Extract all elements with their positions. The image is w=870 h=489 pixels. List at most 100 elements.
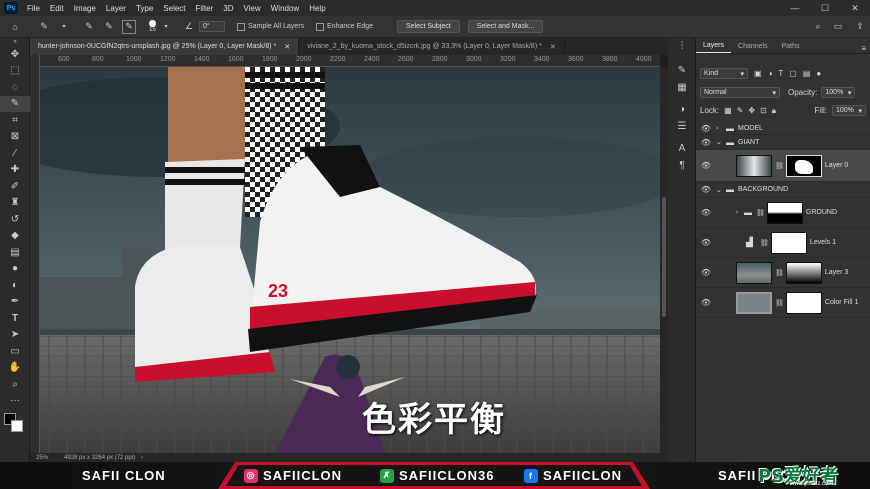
- vertical-scrollbar[interactable]: [660, 67, 668, 453]
- tab-channels[interactable]: Channels: [731, 39, 775, 53]
- home-icon[interactable]: ⌂: [8, 20, 22, 34]
- layer-mask-thumbnail[interactable]: [785, 154, 822, 177]
- opacity-input[interactable]: 100% ▾: [821, 87, 856, 98]
- swatches-icon[interactable]: ▦: [668, 79, 696, 96]
- shape-tool-icon[interactable]: ▭: [0, 343, 30, 360]
- search-icon[interactable]: ⌕: [811, 20, 825, 34]
- visibility-eye-icon[interactable]: 👁︎: [696, 298, 716, 307]
- hand-tool-icon[interactable]: ✋: [0, 360, 30, 377]
- visibility-eye-icon[interactable]: 👁︎: [696, 185, 716, 194]
- character-icon[interactable]: A: [668, 141, 696, 158]
- visibility-eye-icon[interactable]: 👁︎: [696, 138, 716, 147]
- adjustments-icon[interactable]: ◑: [668, 102, 696, 119]
- filter-toggle-icon[interactable]: ●: [816, 69, 821, 78]
- zoom-tool-icon[interactable]: ⌕: [0, 376, 30, 393]
- zoom-level[interactable]: 25%: [36, 455, 48, 461]
- new-selection-icon[interactable]: ✎: [82, 20, 96, 34]
- lock-pixels-icon[interactable]: ▦: [724, 106, 732, 115]
- move-tool-icon[interactable]: ✥: [0, 46, 30, 63]
- layer-row-levels-1[interactable]: 👁︎ ▟ ⛓︎ Levels 1: [696, 228, 870, 258]
- layer-row-ground[interactable]: 👁︎ › ▬ ⛓︎ GROUND: [696, 198, 870, 228]
- quick-select-tool-icon[interactable]: ✎: [0, 95, 30, 112]
- gradient-tool-icon[interactable]: ▤: [0, 244, 30, 261]
- subtract-selection-icon[interactable]: ✎: [122, 19, 136, 34]
- link-icon[interactable]: ⛓︎: [775, 162, 784, 170]
- chevron-down-icon[interactable]: ⌄: [716, 186, 726, 194]
- eraser-tool-icon[interactable]: ◆: [0, 228, 30, 245]
- close-icon[interactable]: ✕: [550, 43, 556, 51]
- quick-select-tool-icon[interactable]: ✎: [37, 20, 51, 34]
- menu-file[interactable]: File: [22, 4, 45, 13]
- history-icon[interactable]: ⫶: [668, 38, 696, 55]
- panel-collapse-icon[interactable]: »: [0, 38, 30, 46]
- tab-layers[interactable]: Layers: [696, 39, 732, 53]
- visibility-eye-icon[interactable]: 👁︎: [696, 268, 716, 277]
- panel-menu-icon[interactable]: ≡: [861, 44, 870, 53]
- maximize-button[interactable]: ☐: [810, 0, 840, 16]
- pen-tool-icon[interactable]: ✒: [0, 294, 30, 311]
- chevron-down-icon[interactable]: ▾: [159, 20, 173, 34]
- brush-tool-icon[interactable]: ✐: [0, 178, 30, 195]
- facebook-handle[interactable]: f SAFIICLON: [524, 468, 622, 483]
- chevron-right-icon[interactable]: ›: [736, 209, 744, 216]
- link-icon[interactable]: ⛓︎: [756, 209, 765, 217]
- frame-tool-icon[interactable]: ⊠: [0, 129, 30, 146]
- link-icon[interactable]: ⛓︎: [775, 299, 784, 307]
- menu-type[interactable]: Type: [131, 4, 158, 13]
- add-selection-icon[interactable]: ✎: [102, 20, 116, 34]
- visibility-eye-icon[interactable]: 👁︎: [696, 161, 716, 170]
- chevron-right-icon[interactable]: ›: [716, 125, 726, 132]
- layer-mask-thumbnail[interactable]: [766, 201, 803, 224]
- blend-mode-select[interactable]: Normal ▾: [700, 87, 780, 98]
- lock-all-icon[interactable]: 🔒︎: [772, 106, 776, 116]
- visibility-eye-icon[interactable]: 👁︎: [696, 208, 716, 217]
- visibility-eye-icon[interactable]: 👁︎: [696, 124, 716, 133]
- chevron-down-icon[interactable]: ⌄: [716, 138, 726, 146]
- paragraph-icon[interactable]: ¶: [668, 157, 696, 174]
- menu-window[interactable]: Window: [266, 4, 304, 13]
- marquee-tool-icon[interactable]: ⬚: [0, 63, 30, 80]
- link-icon[interactable]: ⛓︎: [775, 269, 784, 277]
- filter-pixel-icon[interactable]: ▣: [754, 69, 762, 78]
- menu-filter[interactable]: Filter: [191, 4, 219, 13]
- brush-size-picker[interactable]: 15: [149, 20, 156, 33]
- path-select-icon[interactable]: ➤: [0, 327, 30, 344]
- lock-position-icon[interactable]: ✥: [748, 106, 755, 115]
- document-canvas[interactable]: 23 色彩平衡: [40, 67, 660, 453]
- select-subject-button[interactable]: Select Subject: [396, 20, 460, 33]
- chevron-right-icon[interactable]: ›: [141, 455, 143, 461]
- lasso-tool-icon[interactable]: ◌: [0, 79, 30, 96]
- menu-3d[interactable]: 3D: [218, 4, 238, 13]
- menu-image[interactable]: Image: [69, 4, 101, 13]
- tab-hunter-johnson[interactable]: hunter-johnson-0UCGfN2qtrs-unsplash.jpg …: [30, 38, 300, 55]
- color-swatches[interactable]: [0, 409, 29, 439]
- menu-edit[interactable]: Edit: [45, 4, 69, 13]
- layer-row-color-fill-1[interactable]: 👁︎ ⛓︎ Color Fill 1: [696, 288, 870, 318]
- select-and-mask-button[interactable]: Select and Mask...: [467, 20, 544, 33]
- fill-input[interactable]: 100% ▾: [832, 105, 866, 116]
- workspace-icon[interactable]: ▭: [831, 20, 845, 34]
- social-handle[interactable]: ✗ SAFIICLON36: [380, 468, 495, 483]
- close-icon[interactable]: ✕: [284, 43, 290, 51]
- sample-all-layers-checkbox[interactable]: Sample All Layers: [237, 22, 304, 31]
- history-brush-icon[interactable]: ↺: [0, 211, 30, 228]
- filter-smart-icon[interactable]: ▤: [803, 69, 811, 78]
- chevron-down-icon[interactable]: ▾: [57, 20, 71, 34]
- properties-icon[interactable]: ☰: [668, 118, 696, 135]
- crop-tool-icon[interactable]: ⌗: [0, 112, 30, 129]
- more-tools-icon[interactable]: ···: [0, 393, 30, 410]
- menu-help[interactable]: Help: [304, 4, 330, 13]
- filter-type-icon[interactable]: T: [778, 69, 783, 78]
- layer-mask-thumbnail[interactable]: [770, 231, 807, 254]
- eyedropper-tool-icon[interactable]: ⁄: [0, 145, 30, 162]
- close-button[interactable]: ✕: [840, 0, 870, 16]
- layer-row-layer-3[interactable]: 👁︎ ⛓︎ Layer 3: [696, 258, 870, 288]
- brush-settings-icon[interactable]: ✎: [668, 63, 696, 80]
- instagram-handle[interactable]: ◎ SAFIICLON: [244, 468, 342, 483]
- menu-view[interactable]: View: [239, 4, 266, 13]
- lock-artboard-icon[interactable]: ⊡: [760, 106, 767, 115]
- layer-row-background[interactable]: 👁︎ ⌄ ▬ BACKGROUND: [696, 182, 870, 198]
- filter-adjustment-icon[interactable]: ◑: [768, 69, 773, 78]
- layer-row-giant[interactable]: 👁︎ ⌄ ▬ GIANT: [696, 135, 870, 150]
- layer-mask-thumbnail[interactable]: [785, 291, 822, 314]
